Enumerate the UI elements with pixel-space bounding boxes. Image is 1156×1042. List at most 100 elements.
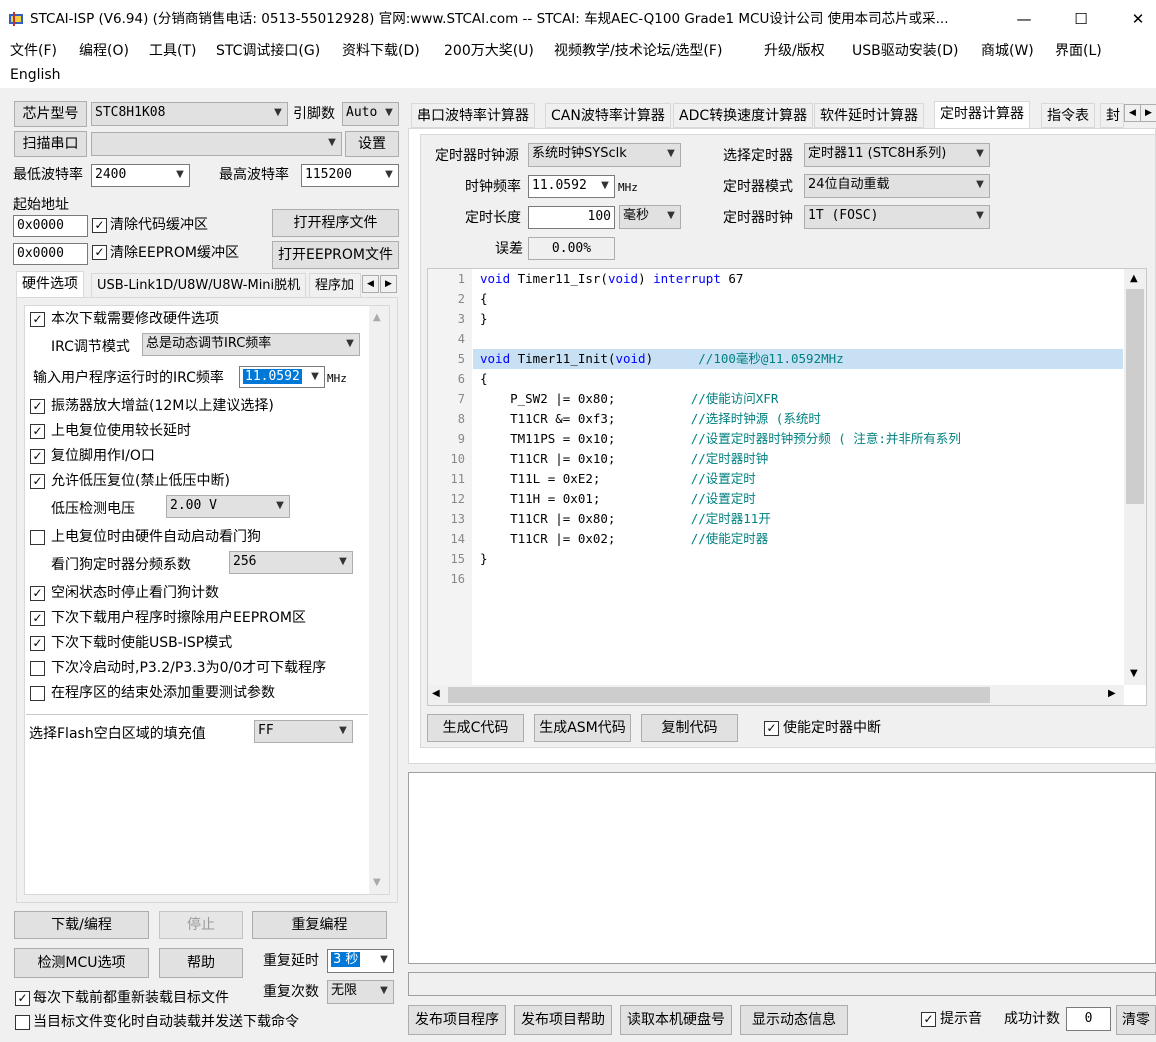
maximize-button[interactable]: ☐ xyxy=(1055,0,1107,38)
clear-code-checkbox[interactable]: ✓ xyxy=(92,218,107,233)
menu-tools[interactable]: 工具(T) xyxy=(149,42,196,60)
open-program-file-button[interactable]: 打开程序文件 xyxy=(272,209,399,237)
settings-button[interactable]: 设置 xyxy=(345,131,399,157)
usb-isp-checkbox[interactable]: ✓ xyxy=(30,636,45,651)
fill-value: FF xyxy=(258,723,274,738)
long-delay-checkbox[interactable]: ✓ xyxy=(30,424,45,439)
irc-mode-select[interactable]: 总是动态调节IRC频率 ▼ xyxy=(142,333,360,356)
watchdog-divider-select[interactable]: 256 ▼ xyxy=(229,551,353,574)
enable-timer-interrupt-checkbox[interactable]: ✓ xyxy=(764,721,779,736)
reprogram-button[interactable]: 重复编程 xyxy=(252,911,387,939)
scroll-thumb[interactable] xyxy=(448,687,990,703)
copy-code-button[interactable]: 复制代码 xyxy=(641,714,738,742)
reset-io-checkbox[interactable]: ✓ xyxy=(30,449,45,464)
tab-scroll-left-button[interactable]: ◀ xyxy=(362,275,379,293)
menu-upgrade[interactable]: 升级/版权 xyxy=(764,42,825,60)
open-eeprom-file-button[interactable]: 打开EEPROM文件 xyxy=(272,241,399,269)
generate-asm-code-button[interactable]: 生成ASM代码 xyxy=(534,714,631,742)
clock-frequency-select[interactable]: 11.0592 ▼ xyxy=(528,175,615,198)
code-line: T11CR |= 0x80; //定时器11开 xyxy=(480,509,771,529)
download-program-button[interactable]: 下载/编程 xyxy=(14,911,149,939)
minimize-button[interactable]: — xyxy=(998,0,1050,38)
menu-prize[interactable]: 200万大奖(U) xyxy=(444,42,534,60)
tab-program-add[interactable]: 程序加 xyxy=(309,273,361,298)
eeprom-address-input[interactable]: 0x0000 xyxy=(13,243,88,265)
show-dynamic-info-button[interactable]: 显示动态信息 xyxy=(740,1005,848,1035)
clock-source-select[interactable]: 系统时钟SYSclk ▼ xyxy=(528,143,681,167)
watchdog-checkbox[interactable] xyxy=(30,530,45,545)
code-horizontal-scrollbar[interactable]: ◀ ▶ xyxy=(428,685,1124,705)
repeat-delay-select[interactable]: 3 秒 ▼ xyxy=(327,949,394,973)
chevron-down-icon: ▼ xyxy=(976,148,984,159)
tab-timer-calc[interactable]: 定时器计算器 xyxy=(934,101,1030,129)
menu-english[interactable]: English xyxy=(10,66,61,84)
menu-download[interactable]: 资料下载(D) xyxy=(342,42,420,60)
max-baud-select[interactable]: 115200 ▼ xyxy=(301,164,399,187)
min-baud-select[interactable]: 2400 ▼ xyxy=(91,164,190,187)
timer-length-unit-select[interactable]: 毫秒 ▼ xyxy=(619,205,681,229)
erase-eeprom-checkbox[interactable]: ✓ xyxy=(30,611,45,626)
select-timer-select[interactable]: 定时器11 (STC8H系列) ▼ xyxy=(804,143,990,167)
code-address-input[interactable]: 0x0000 xyxy=(13,215,88,237)
scroll-thumb[interactable] xyxy=(1126,289,1144,504)
timer-clock-select[interactable]: 1T (FOSC) ▼ xyxy=(804,205,990,229)
tab-uart-baud-calc[interactable]: 串口波特率计算器 xyxy=(411,103,535,128)
low-voltage-select[interactable]: 2.00 V ▼ xyxy=(166,495,290,518)
line-number: 11 xyxy=(450,472,465,486)
help-button[interactable]: 帮助 xyxy=(159,948,243,978)
irc-frequency-select[interactable]: 11.0592 ▼ xyxy=(239,366,325,388)
auto-load-checkbox[interactable] xyxy=(15,1015,30,1030)
clear-count-button[interactable]: 清零 xyxy=(1116,1005,1156,1035)
read-disk-serial-button[interactable]: 读取本机硬盘号 xyxy=(620,1005,732,1035)
tab-adc-speed-calc[interactable]: ADC转换速度计算器 xyxy=(673,103,814,128)
chip-type-button[interactable]: 芯片型号 xyxy=(14,101,87,127)
pin-count-select[interactable]: Auto ▼ xyxy=(342,102,399,126)
tab-can-baud-calc[interactable]: CAN波特率计算器 xyxy=(545,103,671,128)
timer-mode-select[interactable]: 24位自动重载 ▼ xyxy=(804,174,990,198)
cold-boot-checkbox[interactable] xyxy=(30,661,45,676)
output-log-area[interactable] xyxy=(408,772,1156,964)
publish-project-program-button[interactable]: 发布项目程序 xyxy=(408,1005,506,1035)
detect-mcu-button[interactable]: 检测MCU选项 xyxy=(14,948,149,978)
stop-button[interactable]: 停止 xyxy=(159,911,243,939)
tab-package[interactable]: 封 xyxy=(1100,103,1124,128)
port-select[interactable]: ▼ xyxy=(91,132,342,156)
beep-checkbox[interactable]: ✓ xyxy=(921,1012,936,1027)
menu-interface[interactable]: 界面(L) xyxy=(1055,42,1102,60)
code-vertical-scrollbar[interactable]: ▲ ▼ xyxy=(1124,269,1146,685)
menu-video[interactable]: 视频教学/技术论坛/选型(F) xyxy=(554,42,722,60)
osc-amp-checkbox[interactable]: ✓ xyxy=(30,399,45,414)
clear-eeprom-checkbox[interactable]: ✓ xyxy=(92,245,107,260)
chip-type-select[interactable]: STC8H1K08 ▼ xyxy=(91,102,288,126)
need-modify-checkbox[interactable]: ✓ xyxy=(30,312,45,327)
tab-hardware-options[interactable]: 硬件选项 xyxy=(16,271,84,298)
menu-program[interactable]: 编程(O) xyxy=(79,42,129,60)
tab-software-delay-calc[interactable]: 软件延时计算器 xyxy=(814,103,924,128)
low-voltage-reset-checkbox[interactable]: ✓ xyxy=(30,474,45,489)
idle-stop-watchdog-checkbox[interactable]: ✓ xyxy=(30,586,45,601)
timer-length-input[interactable]: 100 xyxy=(528,206,615,229)
vertical-scrollbar[interactable]: ▲ ▼ xyxy=(369,306,389,894)
menu-file[interactable]: 文件(F) xyxy=(10,42,57,60)
publish-project-help-button[interactable]: 发布项目帮助 xyxy=(514,1005,612,1035)
tab-scroll-left-button[interactable]: ◀ xyxy=(1124,104,1141,122)
reload-before-download-checkbox[interactable]: ✓ xyxy=(15,991,30,1006)
scan-port-button[interactable]: 扫描串口 xyxy=(14,131,87,157)
close-button[interactable]: ✕ xyxy=(1112,0,1156,38)
tab-instruction-table[interactable]: 指令表 xyxy=(1041,103,1095,128)
pin-count-value: Auto xyxy=(346,105,378,120)
chevron-down-icon: ▼ xyxy=(276,500,284,511)
add-params-checkbox[interactable] xyxy=(30,686,45,701)
fill-value-select[interactable]: FF ▼ xyxy=(254,720,353,743)
line-number: 7 xyxy=(457,392,465,406)
repeat-count-value: 无限 xyxy=(331,983,358,998)
tab-scroll-right-button[interactable]: ▶ xyxy=(1140,104,1156,122)
menu-debug[interactable]: STC调试接口(G) xyxy=(216,42,320,60)
code-comment: //使能定时器 xyxy=(690,531,769,546)
tab-scroll-right-button[interactable]: ▶ xyxy=(380,275,397,293)
generate-c-code-button[interactable]: 生成C代码 xyxy=(427,714,524,742)
menu-usb-driver[interactable]: USB驱动安装(D) xyxy=(852,42,958,60)
repeat-count-select[interactable]: 无限 ▼ xyxy=(327,980,394,1004)
tab-usb-link[interactable]: USB-Link1D/U8W/U8W-Mini脱机 xyxy=(91,273,307,298)
menu-store[interactable]: 商城(W) xyxy=(981,42,1034,60)
